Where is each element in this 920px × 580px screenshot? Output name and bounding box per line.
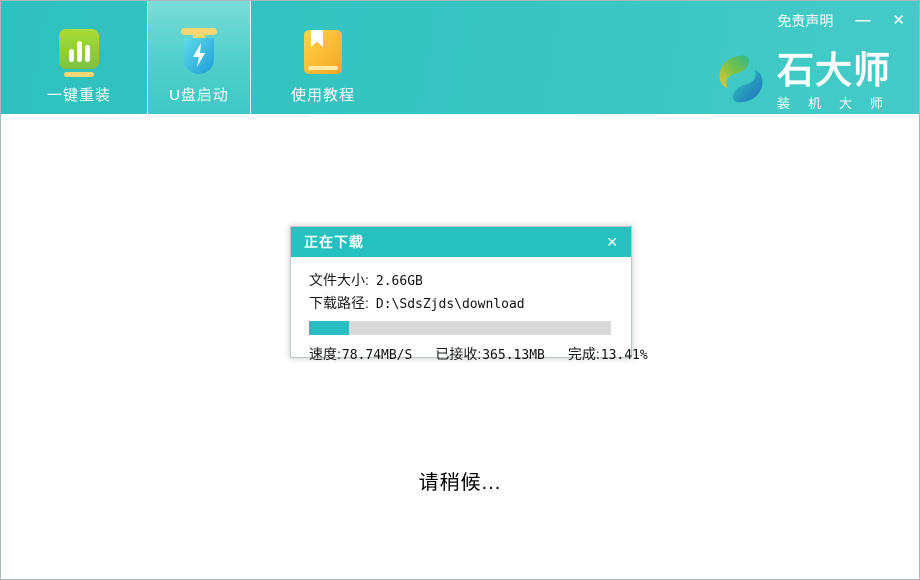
download-path-row: 下载路径: D:\SdsZjds\download <box>309 293 613 313</box>
app-window: 一键重装 U盘启动 <box>0 0 920 580</box>
usb-drive-icon <box>176 27 222 77</box>
progress-bar <box>309 321 611 335</box>
minimize-button[interactable]: — <box>855 12 870 30</box>
received-stat: 已接收: 365.13MB <box>435 344 545 364</box>
dialog-titlebar: 正在下载 ✕ <box>291 227 631 257</box>
received-value: 365.13MB <box>482 348 545 363</box>
brand-subtitle: 装机大师 <box>777 93 909 112</box>
tab-one-click-reinstall[interactable]: 一键重装 <box>11 1 147 114</box>
download-path-value: D:\SdsZjds\download <box>376 297 525 312</box>
download-dialog: 正在下载 ✕ 文件大小: 2.66GB 下载路径: D:\SdsZjds\dow… <box>290 226 632 358</box>
disclaimer-link[interactable]: 免责声明 <box>777 11 833 31</box>
dialog-title: 正在下载 <box>304 232 364 252</box>
window-controls: 免责声明 — ✕ <box>777 11 905 31</box>
file-size-value: 2.66GB <box>376 274 423 289</box>
tab-usb-boot[interactable]: U盘启动 <box>147 1 251 114</box>
brand-logo: 石大师 装机大师 <box>713 51 891 112</box>
completed-label: 完成: <box>568 344 600 364</box>
tab-label: 使用教程 <box>291 84 355 105</box>
completed-value: 13.41% <box>601 348 648 363</box>
close-button[interactable]: ✕ <box>892 12 905 30</box>
download-path-label: 下载路径: <box>309 293 369 313</box>
speed-label: 速度: <box>309 344 341 364</box>
completed-stat: 完成: 13.41% <box>568 344 648 364</box>
speed-stat: 速度: 78.74MB/S <box>309 344 412 364</box>
tab-label: U盘启动 <box>169 84 229 105</box>
main-content: 正在下载 ✕ 文件大小: 2.66GB 下载路径: D:\SdsZjds\dow… <box>1 114 919 580</box>
brand-logo-text: 石大师 装机大师 <box>777 52 891 112</box>
download-stats: 速度: 78.74MB/S 已接收: 365.13MB 完成: 13.41% <box>309 344 613 364</box>
please-wait-text: 请稍候... <box>1 466 919 495</box>
book-icon <box>300 27 346 77</box>
brand-name: 石大师 <box>777 52 891 90</box>
dialog-body: 文件大小: 2.66GB 下载路径: D:\SdsZjds\download 速… <box>291 257 631 364</box>
tab-tutorial[interactable]: 使用教程 <box>251 1 395 114</box>
file-size-row: 文件大小: 2.66GB <box>309 270 613 290</box>
file-size-label: 文件大小: <box>309 270 369 290</box>
header: 一键重装 U盘启动 <box>1 1 919 114</box>
dialog-close-icon[interactable]: ✕ <box>606 235 618 249</box>
tab-label: 一键重装 <box>47 84 111 105</box>
speed-value: 78.74MB/S <box>342 348 412 363</box>
received-label: 已接收: <box>435 344 481 364</box>
progress-fill <box>309 321 349 335</box>
bar-chart-icon <box>56 27 102 77</box>
brand-logo-icon <box>713 51 769 112</box>
